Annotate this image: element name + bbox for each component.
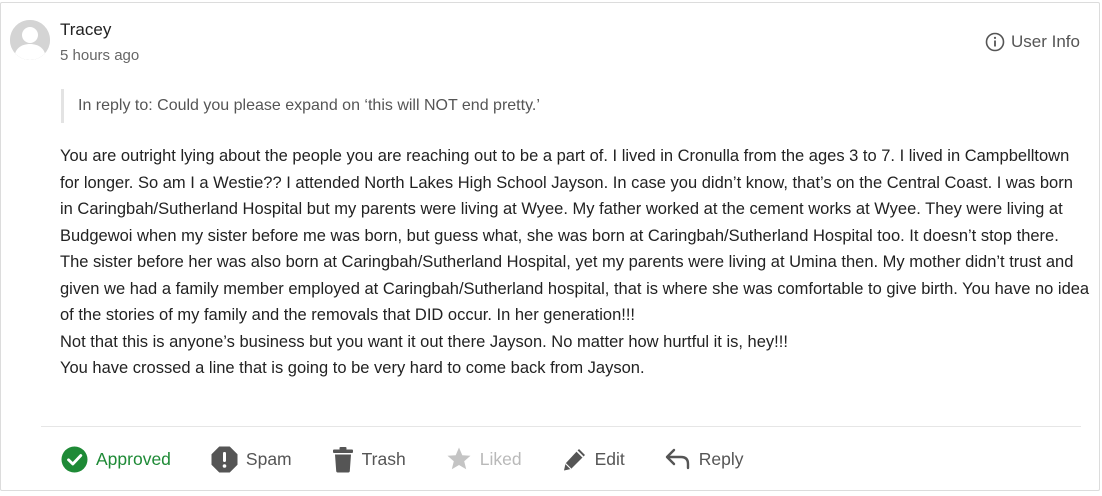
liked-button[interactable]: Liked — [446, 446, 522, 472]
user-info-button[interactable]: User Info — [985, 32, 1080, 52]
approved-label: Approved — [96, 448, 171, 469]
edit-button[interactable]: Edit — [562, 447, 625, 472]
trash-label: Trash — [361, 448, 406, 469]
comment-paragraph: Not that this is anyone’s business but y… — [60, 332, 788, 351]
actions-divider — [41, 426, 1081, 427]
trash-button[interactable]: Trash — [332, 446, 406, 473]
check-circle-icon — [61, 446, 88, 472]
avatar[interactable] — [10, 20, 50, 60]
reply-label: Reply — [698, 448, 744, 469]
reply-button[interactable]: Reply — [665, 447, 744, 471]
spam-button[interactable]: Spam — [211, 446, 292, 473]
comment-timestamp: 5 hours ago — [60, 47, 140, 64]
comment-actions: Approved Spam Trash Liked Edit Reply — [61, 443, 783, 475]
user-info-label: User Info — [1011, 32, 1080, 51]
comment-paragraph: You have crossed a line that is going to… — [60, 359, 645, 377]
reply-arrow-icon — [665, 448, 689, 470]
default-avatar-icon — [10, 20, 50, 60]
comment-card: Tracey 5 hours ago User Info In reply to… — [0, 2, 1100, 491]
in-reply-to-quote[interactable]: In reply to: Could you please expand on … — [61, 89, 1061, 123]
star-icon — [447, 447, 471, 470]
approved-button[interactable]: Approved — [61, 446, 171, 473]
comment-paragraph: You are outright lying about the people … — [60, 147, 1090, 324]
edit-label: Edit — [594, 448, 625, 469]
comment-body: You are outright lying about the people … — [60, 143, 1090, 382]
liked-label: Liked — [479, 448, 522, 469]
trash-icon — [332, 446, 353, 472]
info-circle-icon — [985, 32, 1005, 52]
pencil-icon — [563, 448, 585, 470]
alert-octagon-icon — [211, 446, 238, 472]
comment-author[interactable]: Tracey — [60, 20, 111, 40]
spam-label: Spam — [245, 448, 292, 469]
